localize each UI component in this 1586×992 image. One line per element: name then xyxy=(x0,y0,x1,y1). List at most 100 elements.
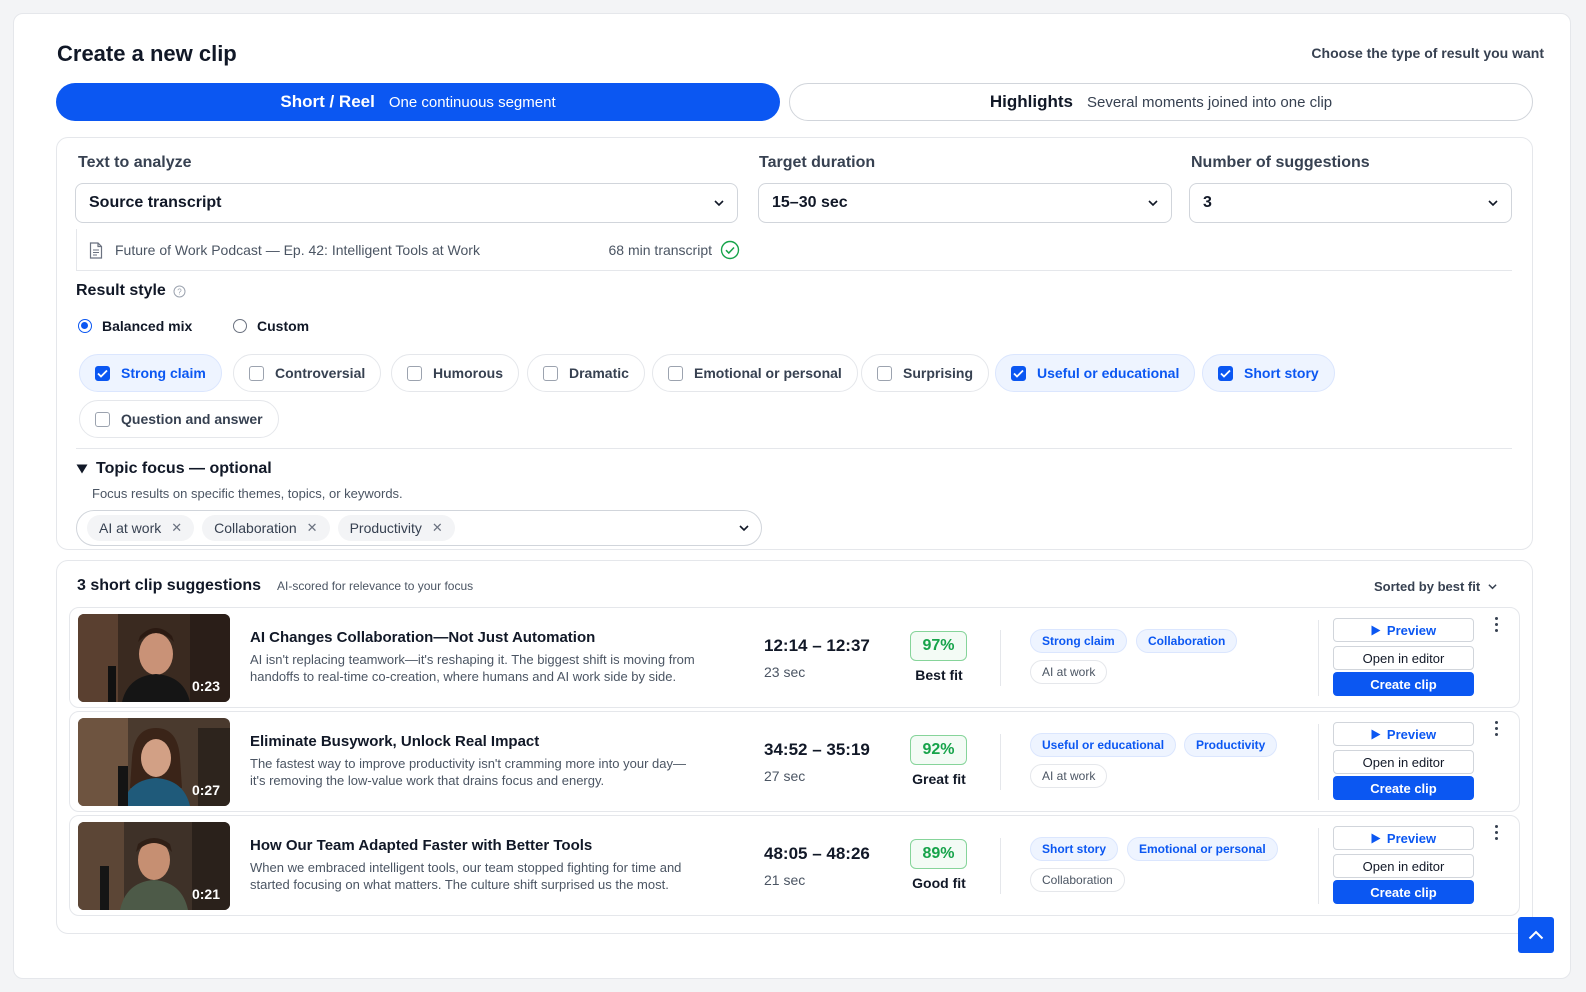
chip-surprising[interactable]: Surprising xyxy=(861,354,990,392)
divider xyxy=(1000,630,1001,686)
chevron-down-icon xyxy=(1488,200,1498,207)
clip-tag: Emotional or personal xyxy=(1127,837,1278,861)
topic-focus-title: Topic focus — optional xyxy=(96,460,272,477)
duration-select[interactable]: 15–30 sec xyxy=(758,183,1172,223)
text-select[interactable]: Source transcript xyxy=(75,183,738,223)
topic-tag-label: AI at work xyxy=(99,520,162,536)
play-icon xyxy=(1371,729,1381,739)
remove-tag-icon[interactable]: ✕ xyxy=(171,520,182,536)
checkbox xyxy=(407,365,422,381)
radio-indicator xyxy=(78,319,92,333)
mode-highlights[interactable]: Highlights Several moments joined into o… xyxy=(789,83,1533,121)
clip-tag: AI at work xyxy=(1030,764,1108,788)
page-title: Create a new clip xyxy=(57,41,237,66)
checkbox xyxy=(95,365,110,381)
fit-label: Best fit xyxy=(915,667,963,683)
play-icon xyxy=(1371,625,1381,635)
chevron-down-icon[interactable] xyxy=(739,523,749,533)
document-icon xyxy=(89,241,103,259)
more-options-icon[interactable] xyxy=(1490,617,1502,637)
mode-title: Short / Reel xyxy=(280,92,375,111)
more-options-icon[interactable] xyxy=(1490,721,1502,741)
radio-custom[interactable]: Custom xyxy=(233,318,309,334)
clip-tag: Productivity xyxy=(1184,733,1278,757)
clip-thumbnail[interactable]: 0:27 xyxy=(78,718,230,806)
create-clip-button[interactable]: Create clip xyxy=(1333,880,1474,904)
results-heading: 3 short clip suggestions xyxy=(77,577,262,594)
chip-label: Dramatic xyxy=(569,365,629,381)
open-in-editor-button[interactable]: Open in editor xyxy=(1333,854,1474,878)
radio-indicator xyxy=(233,319,247,333)
chip-dramatic[interactable]: Dramatic xyxy=(527,354,645,392)
chip-useful-or-educational[interactable]: Useful or educational xyxy=(995,354,1196,392)
open-in-editor-button[interactable]: Open in editor xyxy=(1333,750,1474,774)
remove-tag-icon[interactable]: ✕ xyxy=(432,520,443,536)
divider xyxy=(76,448,1512,449)
topic-tag: Productivity ✕ xyxy=(337,515,455,541)
clip-duration: 0:21 xyxy=(191,886,220,902)
chip-controversial[interactable]: Controversial xyxy=(233,354,382,392)
chip-humorous[interactable]: Humorous xyxy=(391,354,519,392)
svg-text:?: ? xyxy=(177,287,182,296)
checkbox xyxy=(249,365,264,381)
clip-description-line: AI isn't replacing teamwork—it's reshapi… xyxy=(250,652,695,667)
fit-score: 89% xyxy=(910,839,967,869)
preview-button[interactable]: Preview xyxy=(1333,722,1474,746)
clip-thumbnail[interactable]: 0:21 xyxy=(78,822,230,910)
clip-description-line: The fastest way to improve productivity … xyxy=(250,756,686,771)
count-select[interactable]: 3 xyxy=(1189,183,1512,223)
checkbox xyxy=(95,411,110,427)
clip-tag: Collaboration xyxy=(1136,629,1238,653)
topic-focus-toggle[interactable]: Topic focus — optional xyxy=(76,460,272,478)
remove-tag-icon[interactable]: ✕ xyxy=(307,520,318,536)
duration-select-value: 15–30 sec xyxy=(772,194,848,211)
clip-tag: Strong claim xyxy=(1030,629,1127,653)
fit-score: 92% xyxy=(910,735,967,765)
sort-label: Sorted by best fit xyxy=(1374,579,1481,594)
mode-subtitle: Several moments joined into one clip xyxy=(1086,93,1333,111)
mode-title: Highlights xyxy=(989,92,1073,111)
clip-tag: Useful or educational xyxy=(1030,733,1177,757)
topic-tag-label: Collaboration xyxy=(214,520,297,536)
topic-tags-input[interactable]: AI at work ✕ Collaboration ✕ Productivit… xyxy=(76,510,762,546)
chevron-down-icon xyxy=(1148,200,1158,207)
fit-label: Good fit xyxy=(912,875,966,891)
chip-emotional-or-personal[interactable]: Emotional or personal xyxy=(652,354,858,392)
more-options-icon[interactable] xyxy=(1490,825,1502,845)
clip-row[interactable]: 0:27 Eliminate Busywork, Unlock Real Imp… xyxy=(69,711,1520,812)
chip-strong-claim[interactable]: Strong claim xyxy=(79,354,222,392)
chip-short-story[interactable]: Short story xyxy=(1202,354,1335,392)
clip-row[interactable]: 0:23 AI Changes Collaboration—Not Just A… xyxy=(69,607,1520,708)
radio-balanced-mix[interactable]: Balanced mix xyxy=(78,318,192,334)
sort-dropdown[interactable]: Sorted by best fit xyxy=(1374,579,1497,594)
topic-tag: Collaboration ✕ xyxy=(202,515,330,541)
source-file-name: Future of Work Podcast — Ep. 42: Intelli… xyxy=(115,242,480,258)
text-label: Text to analyze xyxy=(78,154,192,171)
checkbox xyxy=(1011,365,1026,381)
clip-description: The fastest way to improve productivity … xyxy=(250,755,720,789)
checkbox xyxy=(668,365,683,381)
preview-button[interactable]: Preview xyxy=(1333,826,1474,850)
clip-time-range: 34:52 – 35:19 xyxy=(764,740,870,759)
source-length: 68 min transcript xyxy=(608,242,712,258)
scroll-to-top-button[interactable] xyxy=(1518,917,1554,953)
result-style-heading: Result style ? xyxy=(76,282,186,300)
create-clip-button[interactable]: Create clip xyxy=(1333,776,1474,800)
clip-thumbnail[interactable]: 0:23 xyxy=(78,614,230,702)
chip-question-and-answer[interactable]: Question and answer xyxy=(79,400,279,438)
clip-tag: AI at work xyxy=(1030,660,1108,684)
preview-label: Preview xyxy=(1386,622,1437,638)
source-file-row: Future of Work Podcast — Ep. 42: Intelli… xyxy=(76,229,740,271)
open-in-editor-button[interactable]: Open in editor xyxy=(1333,646,1474,670)
results-header: 3 short clip suggestions AI-scored for r… xyxy=(77,577,473,595)
clip-duration: 0:23 xyxy=(191,678,220,694)
mode-short-reel[interactable]: Short / Reel One continuous segment xyxy=(56,83,780,121)
check-icon xyxy=(1013,369,1024,378)
help-icon[interactable]: ? xyxy=(173,285,186,298)
clip-row[interactable]: 0:21 How Our Team Adapted Faster with Be… xyxy=(69,815,1520,916)
divider xyxy=(1318,724,1319,800)
preview-button[interactable]: Preview xyxy=(1333,618,1474,642)
create-clip-button[interactable]: Create clip xyxy=(1333,672,1474,696)
mode-subtitle: One continuous segment xyxy=(388,93,556,111)
caret-down-icon xyxy=(76,464,88,474)
